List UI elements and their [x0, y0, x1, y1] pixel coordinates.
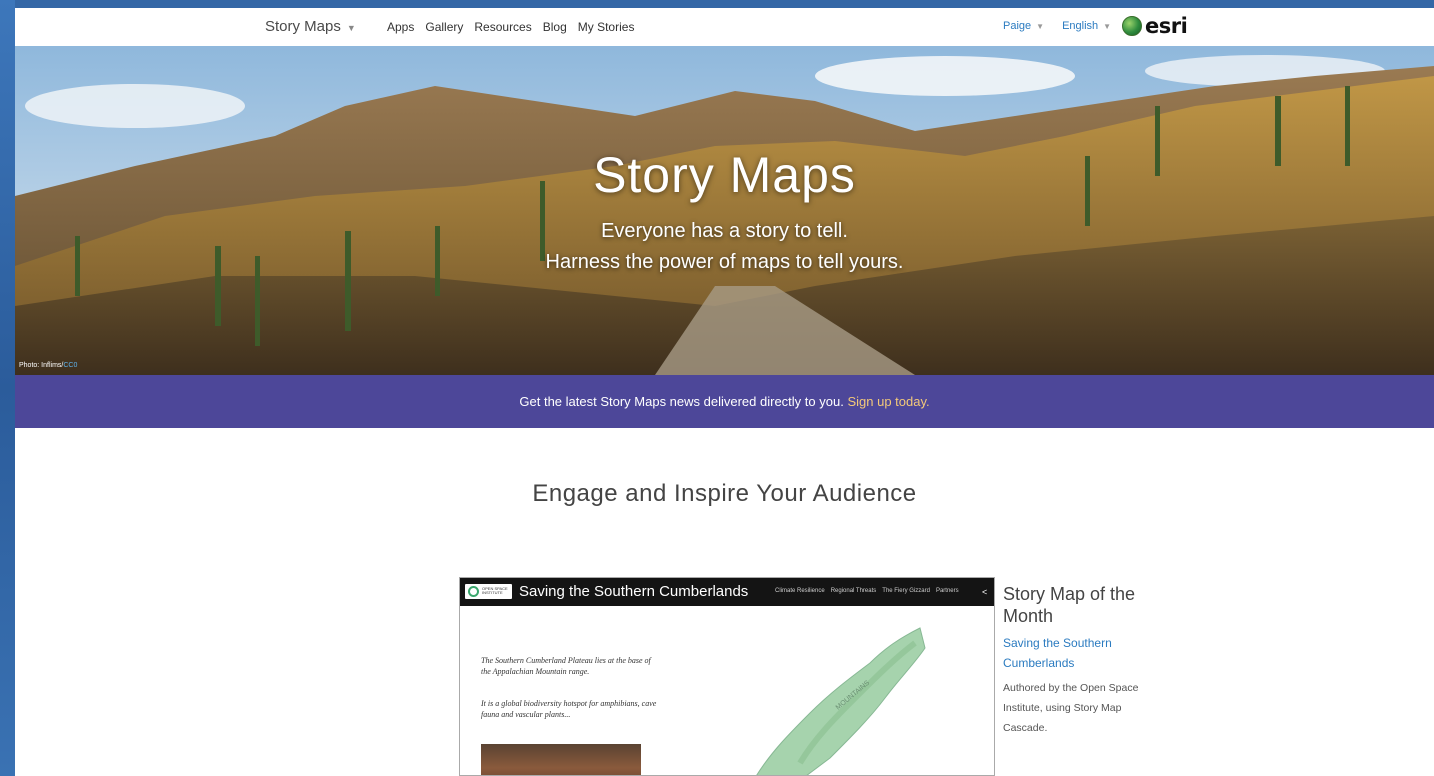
hero-title: Story Maps — [593, 147, 856, 203]
user-name: Paige — [1003, 20, 1032, 32]
story-of-month-title: Story Map of the Month — [1003, 584, 1136, 626]
hero-banner: Story Maps Everyone has a story to tell.… — [15, 46, 1434, 375]
desktop-frame-left — [0, 0, 15, 776]
hero-subtitle: Everyone has a story to tell. — [601, 220, 848, 242]
language-label: English — [1062, 20, 1099, 32]
chevron-down-icon: ▼ — [1103, 22, 1112, 31]
preview-tabs: Climate Resilience Regional Threats The … — [775, 588, 959, 594]
story-maps-menu-label: Story Maps — [265, 18, 341, 35]
globe-icon — [1122, 16, 1142, 36]
photo-credit: Photo: Inflims/CC0 — [19, 362, 77, 369]
appalachian-map: MOUNTAINS — [756, 627, 926, 775]
story-maps-menu[interactable]: Story Maps ▼ — [265, 18, 356, 35]
chevron-down-icon: ▼ — [346, 23, 356, 33]
newsletter-text: Get the latest Story Maps news delivered… — [519, 394, 844, 409]
signup-link[interactable]: Sign up today. — [847, 394, 929, 409]
section-heading: Engage and Inspire Your Audience — [532, 480, 917, 507]
nav-link-my-stories[interactable]: My Stories — [578, 20, 635, 34]
esri-logo-text: esri — [1145, 14, 1188, 38]
nav-link-gallery[interactable]: Gallery — [425, 20, 463, 34]
web-page: Story Maps ▼ Apps Gallery Resources Blog … — [15, 8, 1434, 776]
desktop-frame-top — [0, 0, 1434, 8]
newsletter-banner: Get the latest Story Maps news delivered… — [15, 375, 1434, 428]
ring-icon — [468, 586, 479, 597]
preview-tab-climate: Climate Resilience — [775, 588, 825, 594]
preview-tab-threats: Regional Threats — [830, 588, 877, 594]
hero-subtitle-2: Harness the power of maps to tell yours. — [545, 251, 904, 273]
nav-right: Paige ▼ English ▼ — [1003, 20, 1111, 32]
open-space-logo: OPEN SPACE INSTITUTE — [465, 584, 512, 599]
nav-links: Apps Gallery Resources Blog My Stories — [387, 20, 634, 34]
featured-story-preview[interactable]: OPEN SPACE INSTITUTE Saving the Southern… — [459, 577, 995, 776]
preview-tab-gizzard: The Fiery Gizzard — [882, 588, 930, 594]
photo-license-link[interactable]: CC0 — [63, 362, 77, 369]
desert-landscape-image — [15, 46, 1434, 375]
user-menu[interactable]: Paige ▼ — [1003, 20, 1044, 32]
chevron-down-icon: ▼ — [1036, 22, 1045, 31]
language-menu[interactable]: English ▼ — [1062, 20, 1111, 32]
top-nav: Story Maps ▼ Apps Gallery Resources Blog … — [15, 8, 1434, 46]
open-space-logo-text: OPEN SPACE INSTITUTE — [482, 586, 508, 595]
story-of-month-link[interactable]: Saving the Southern Cumberlands — [1003, 633, 1153, 673]
photo-credit-text: Photo: Inflims/ — [19, 362, 64, 369]
preview-photo — [481, 744, 641, 775]
share-icon: < — [982, 587, 988, 597]
preview-paragraph-2: It is a global biodiversity hotspot for … — [481, 699, 657, 719]
nav-link-blog[interactable]: Blog — [543, 20, 567, 34]
nav-link-apps[interactable]: Apps — [387, 20, 414, 34]
preview-tab-partners: Partners — [935, 588, 959, 594]
story-of-month-description: Authored by the Open Space Institute, us… — [1003, 682, 1139, 734]
preview-header: OPEN SPACE INSTITUTE Saving the Southern… — [460, 578, 994, 606]
nav-link-resources[interactable]: Resources — [474, 20, 531, 34]
esri-logo[interactable]: esri — [1122, 14, 1188, 38]
preview-paragraph: The Southern Cumberland Plateau lies at … — [481, 656, 651, 676]
preview-title: Saving the Southern Cumberlands — [519, 583, 749, 600]
